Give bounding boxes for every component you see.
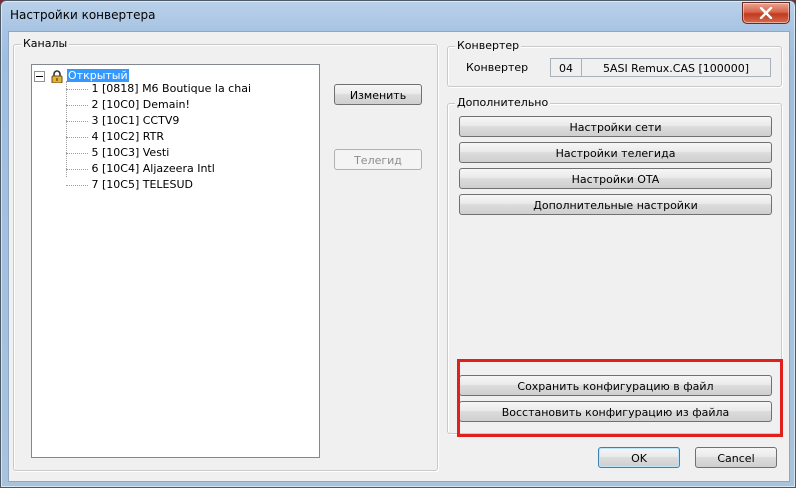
converter-group-label: Конвертер bbox=[455, 39, 522, 52]
tree-item[interactable]: 5 [10C3] Vesti bbox=[66, 145, 169, 161]
converter-name-field: 5ASI Remux.CAS [100000] bbox=[581, 58, 771, 77]
tree-item[interactable]: 4 [10C2] RTR bbox=[66, 129, 164, 145]
converter-id-field: 04 bbox=[550, 58, 582, 77]
collapse-icon[interactable] bbox=[34, 70, 45, 82]
tree-item-label: 5 [10C3] Vesti bbox=[91, 146, 170, 159]
tree-item[interactable]: 7 [10C5] TELESUD bbox=[66, 177, 193, 193]
tree-item-label: 1 [0818] M6 Boutique la chai bbox=[91, 82, 252, 95]
epg-button[interactable]: Телегид bbox=[334, 149, 422, 170]
window-title: Настройки конвертера bbox=[10, 8, 156, 22]
channel-tree[interactable]: Открытый 1 [0818] M6 Boutique la chai 2 … bbox=[31, 64, 320, 458]
dialog-client-area: Каналы Открытый 1 [0818] M6 Boutique la … bbox=[8, 31, 790, 482]
highlight-box bbox=[457, 359, 783, 437]
tree-item-label: 2 [10C0] Demain! bbox=[91, 98, 190, 111]
epg-settings-button[interactable]: Настройки телегида bbox=[459, 142, 772, 163]
close-icon bbox=[759, 7, 773, 19]
tree-item[interactable]: 1 [0818] M6 Boutique la chai bbox=[66, 81, 251, 97]
ok-button[interactable]: OK bbox=[598, 447, 680, 468]
tree-item-label: 7 [10C5] TELESUD bbox=[91, 178, 194, 191]
title-bar[interactable]: Настройки конвертера bbox=[1, 1, 795, 31]
settings-window: Настройки конвертера Каналы Открытый 1 [… bbox=[0, 0, 796, 488]
lock-icon bbox=[51, 69, 62, 83]
edit-button[interactable]: Изменить bbox=[334, 84, 422, 105]
close-button[interactable] bbox=[742, 2, 790, 24]
tree-item-label: 6 [10C4] Aljazeera Intl bbox=[91, 162, 215, 175]
tree-item[interactable]: 3 [10C1] CCTV9 bbox=[66, 113, 179, 129]
tree-item[interactable]: 2 [10C0] Demain! bbox=[66, 97, 190, 113]
tree-item[interactable]: 6 [10C4] Aljazeera Intl bbox=[66, 161, 215, 177]
tree-item-label: 3 [10C1] CCTV9 bbox=[91, 114, 180, 127]
converter-field-label: Конвертер bbox=[466, 61, 529, 74]
ota-settings-button[interactable]: Настройки OTA bbox=[459, 168, 772, 189]
tree-item-label: 4 [10C2] RTR bbox=[91, 130, 164, 143]
additional-group-label: Дополнительно bbox=[455, 96, 551, 109]
channels-group-label: Каналы bbox=[21, 37, 70, 50]
advanced-settings-button[interactable]: Дополнительные настройки bbox=[459, 194, 772, 215]
cancel-button[interactable]: Cancel bbox=[695, 447, 777, 468]
network-settings-button[interactable]: Настройки сети bbox=[459, 116, 772, 137]
